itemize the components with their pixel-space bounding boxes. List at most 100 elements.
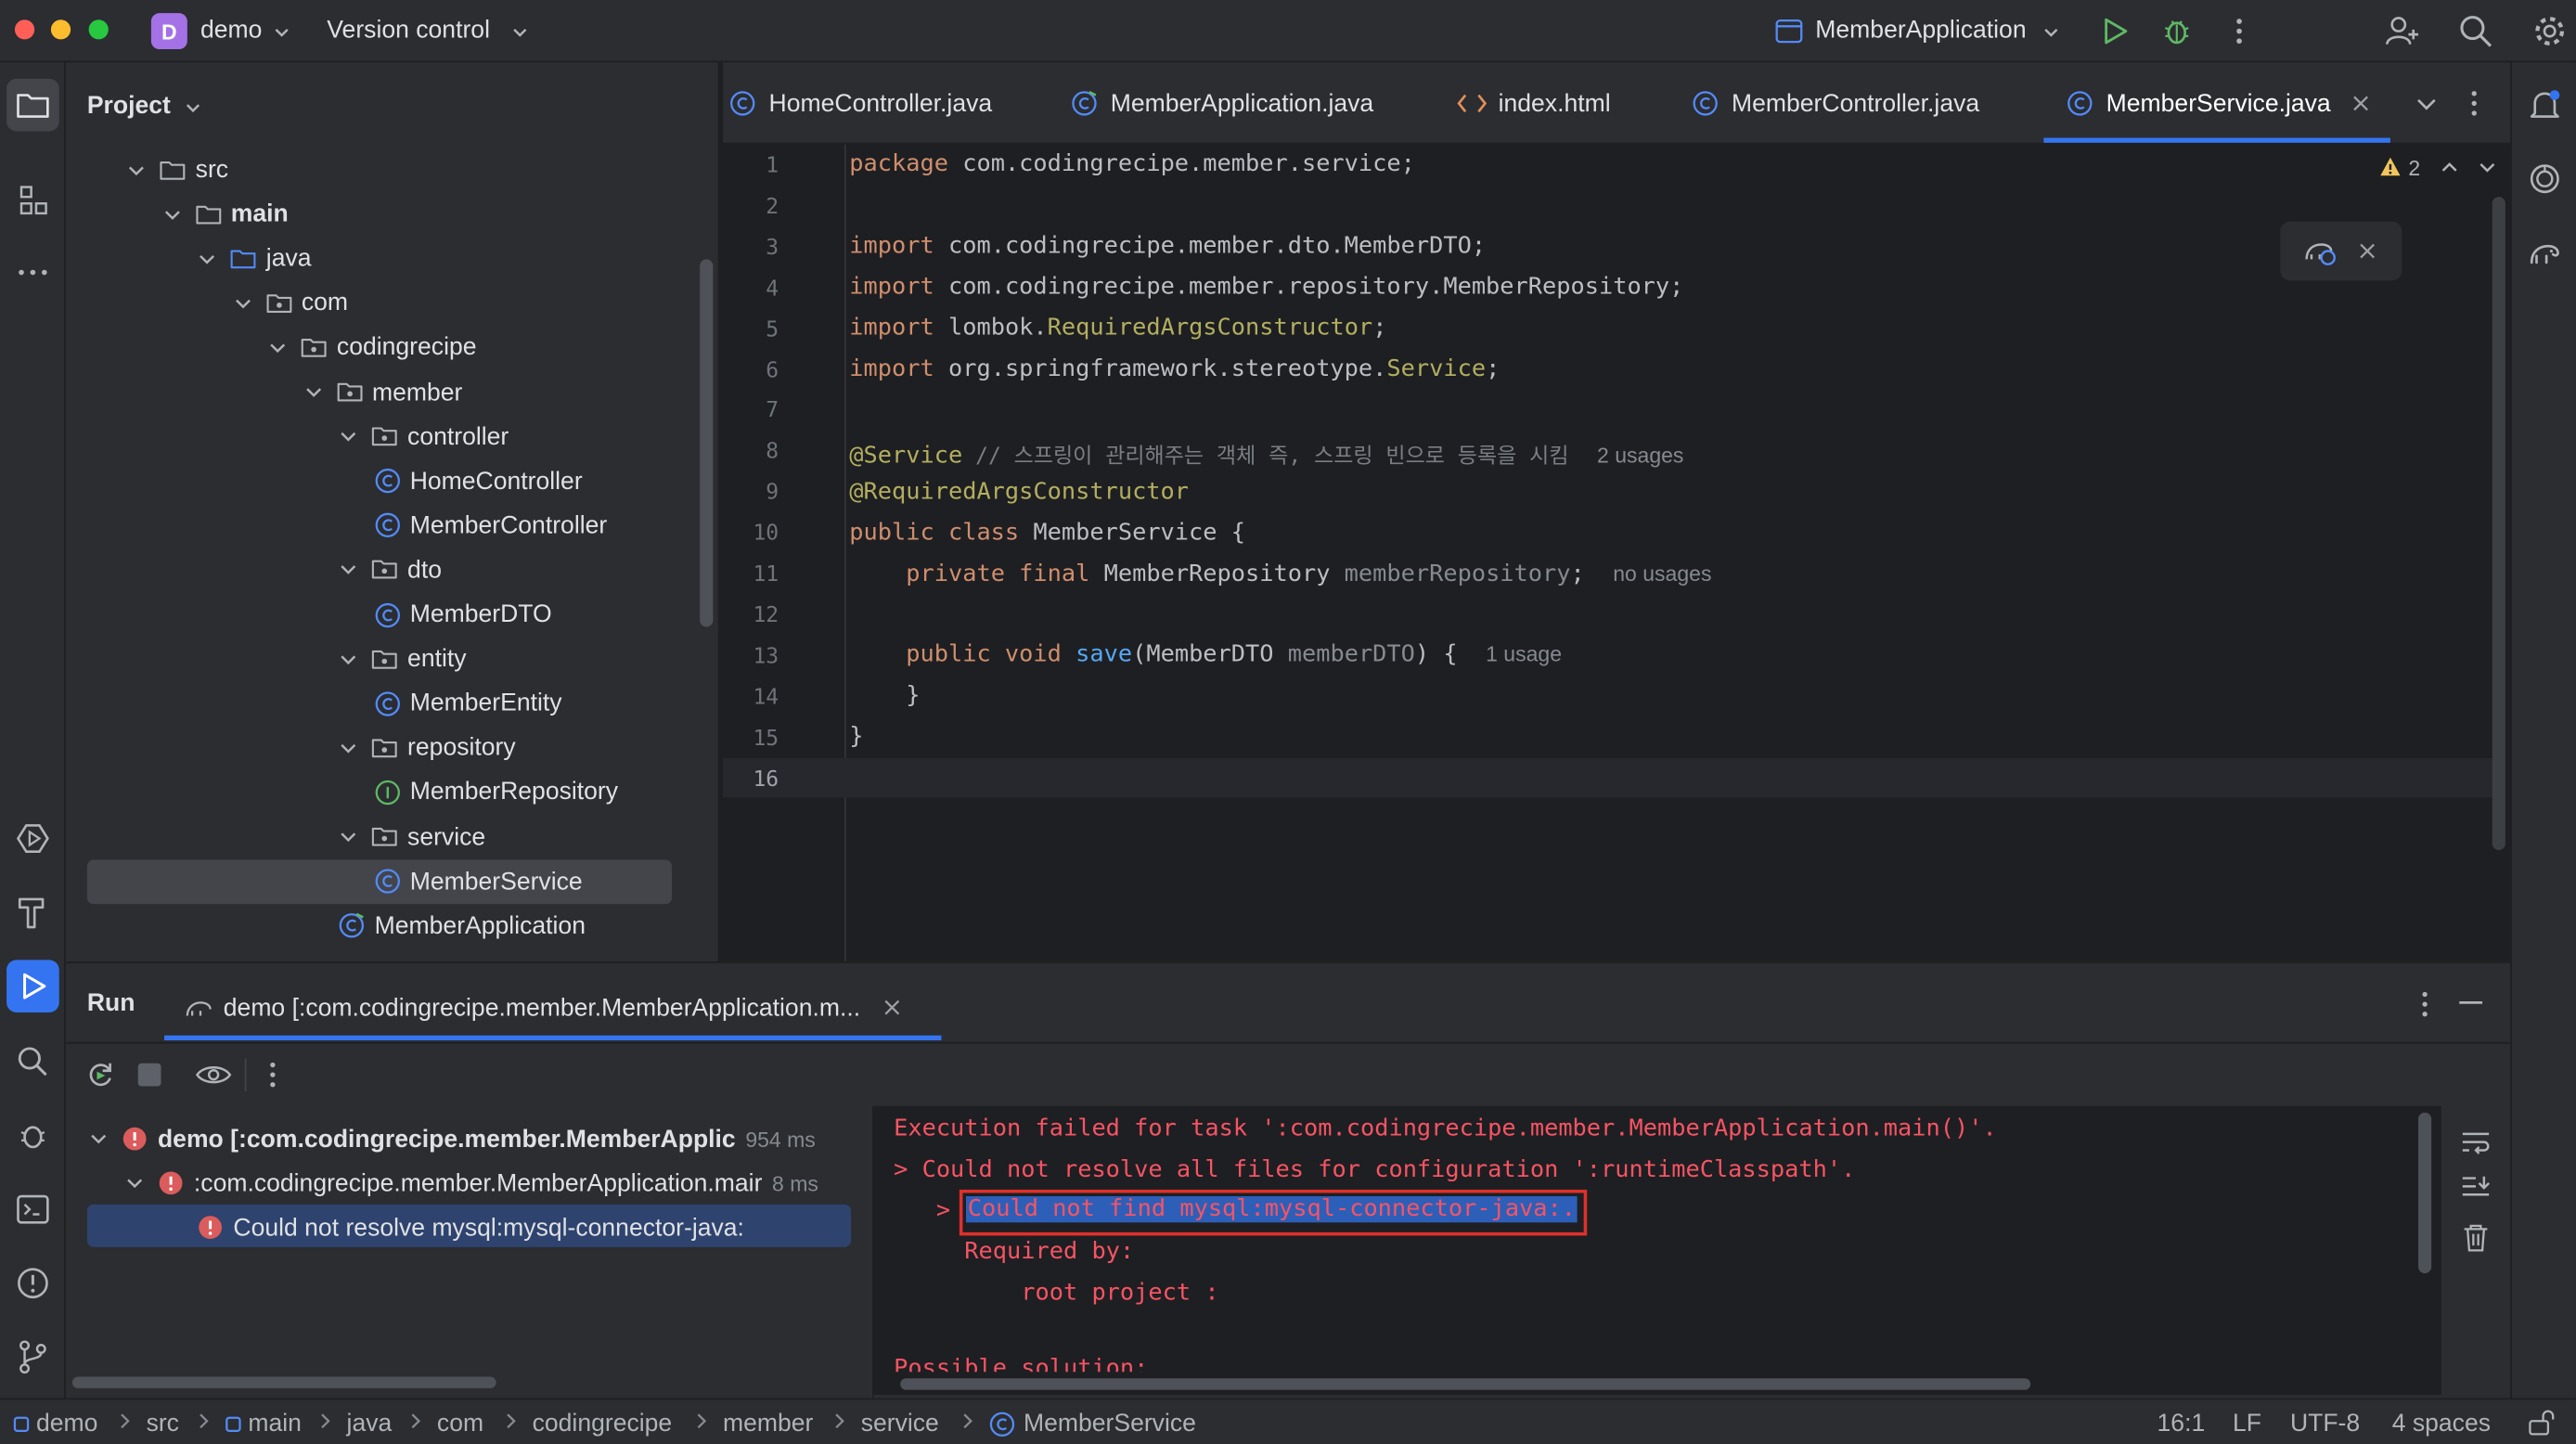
tree-item-memberdto[interactable]: MemberDTO — [374, 592, 552, 637]
more-actions-icon[interactable] — [263, 1060, 282, 1089]
run-tool-button[interactable] — [6, 960, 59, 1012]
breadcrumb-item-demo[interactable]: demo — [13, 1410, 97, 1438]
previous-highlight-icon[interactable] — [2440, 160, 2459, 176]
warning-count[interactable]: 2 — [2408, 156, 2420, 181]
trash-icon[interactable] — [2463, 1222, 2489, 1252]
breadcrumb-item-memberservice[interactable]: MemberService — [989, 1410, 1196, 1438]
git-tool-button[interactable] — [6, 1331, 59, 1384]
add-user-icon[interactable] — [2384, 13, 2420, 49]
breadcrumb-item-member[interactable]: member — [723, 1410, 813, 1438]
project-name[interactable]: demo — [200, 17, 262, 45]
version-control-menu[interactable]: Version control — [327, 17, 490, 45]
tree-item-repository[interactable]: repository — [339, 726, 516, 770]
tree-item-member[interactable]: member — [303, 370, 462, 415]
structure-tool-button[interactable] — [6, 174, 59, 226]
tree-item-memberrepository[interactable]: MemberRepository — [374, 770, 618, 815]
breadcrumb-item-src[interactable]: src — [147, 1410, 179, 1438]
tab-member-application[interactable]: MemberApplication.java — [1071, 62, 1373, 144]
tree-item-homecontroller[interactable]: HomeController — [374, 459, 583, 504]
console-horizontal-scrollbar[interactable] — [900, 1378, 2031, 1390]
project-panel-title[interactable]: Project — [87, 92, 171, 120]
scroll-to-end-icon[interactable] — [2461, 1173, 2491, 1203]
bug-icon — [20, 1126, 45, 1149]
unlock-icon[interactable] — [2527, 1410, 2557, 1436]
eye-icon[interactable] — [195, 1062, 232, 1088]
tree-item-com[interactable]: com — [233, 281, 348, 326]
run-icon[interactable] — [2098, 15, 2131, 47]
tree-item-memberservice[interactable]: MemberService — [374, 859, 583, 904]
soft-wrap-icon[interactable] — [2461, 1129, 2491, 1155]
tree-item-service[interactable]: service — [339, 815, 485, 859]
run-config-selector[interactable]: MemberApplication — [1815, 17, 2026, 45]
debug-icon[interactable] — [2160, 15, 2193, 47]
gradle-reload-icon[interactable] — [2301, 235, 2338, 267]
rerun-icon[interactable] — [85, 1060, 115, 1089]
tab-member-controller[interactable]: MemberController.java — [1693, 62, 1979, 144]
usages-hint[interactable]: no usages — [1613, 561, 1711, 587]
run-tree-error[interactable]: Could not resolve mysql:mysql-connector-… — [197, 1209, 744, 1245]
tree-item-entity[interactable]: entity — [339, 637, 467, 681]
build-tool-button[interactable] — [6, 886, 59, 939]
usages-hint[interactable]: 2 usages — [1597, 443, 1683, 468]
search-icon[interactable] — [2458, 13, 2494, 49]
tab-home-controller[interactable]: HomeController.java — [729, 62, 992, 144]
console-vertical-scrollbar[interactable] — [2418, 1112, 2432, 1274]
close-tab-icon[interactable] — [883, 999, 900, 1016]
breadcrumb-item-main[interactable]: main — [225, 1410, 302, 1438]
close-icon[interactable] — [2359, 243, 2376, 260]
tree-item-controller[interactable]: controller — [339, 415, 509, 459]
breadcrumb-item-codingrecipe[interactable]: codingrecipe — [533, 1410, 673, 1438]
run-tree-root[interactable]: demo [:com.codingrecipe.member.MemberApp… — [89, 1121, 816, 1157]
terminal-tool-button[interactable] — [6, 1183, 59, 1236]
run-tree-scrollbar[interactable] — [71, 1376, 496, 1388]
close-window-button[interactable] — [14, 19, 35, 40]
run-tree-task[interactable]: :com.codingrecipe.member.MemberApplicati… — [125, 1165, 818, 1201]
debug-tool-button[interactable] — [6, 1109, 59, 1162]
tab-index-html[interactable]: index.html — [1457, 62, 1611, 144]
line-separator[interactable]: LF — [2233, 1410, 2261, 1438]
problems-tool-button[interactable] — [6, 1257, 59, 1309]
tab-member-service-active[interactable]: MemberService.java — [2043, 62, 2390, 144]
services-tool-button[interactable] — [6, 812, 59, 865]
notifications-button[interactable] — [2518, 79, 2571, 132]
project-tool-button[interactable] — [6, 78, 59, 132]
tree-item-membercontroller[interactable]: MemberController — [374, 503, 607, 548]
more-tools-button[interactable] — [6, 246, 59, 299]
stop-button[interactable] — [137, 1063, 161, 1087]
more-actions-icon[interactable] — [2465, 88, 2484, 118]
tree-item-java[interactable]: java — [197, 237, 312, 281]
tree-item-codingrecipe[interactable]: codingrecipe — [268, 326, 477, 370]
run-tab-demo[interactable]: demo [:com.codingrecipe.member.MemberApp… — [164, 976, 900, 1038]
breadcrumb-item-com[interactable]: com — [437, 1410, 483, 1438]
file-encoding[interactable]: UTF-8 — [2290, 1410, 2360, 1438]
tree-item-src[interactable]: src — [126, 148, 228, 192]
zoom-window-button[interactable] — [88, 19, 109, 40]
tree-item-dto[interactable]: dto — [339, 548, 442, 592]
project-badge[interactable]: D — [150, 13, 187, 50]
tree-item-memberapplication[interactable]: MemberApplication — [339, 904, 586, 948]
caret-position[interactable]: 16:1 — [2157, 1410, 2206, 1438]
tab-list-chevron-icon[interactable] — [2415, 96, 2438, 115]
next-highlight-icon[interactable] — [2478, 160, 2497, 176]
more-actions-icon[interactable] — [2415, 989, 2434, 1019]
minimize-panel-icon[interactable] — [2458, 999, 2484, 1006]
editor-scrollbar[interactable] — [2492, 197, 2505, 850]
close-tab-icon[interactable] — [2351, 94, 2370, 113]
usages-hint[interactable]: 1 usage — [1486, 641, 1562, 666]
ai-assistant-button[interactable] — [2518, 152, 2571, 205]
gradle-tool-button[interactable] — [2518, 226, 2571, 279]
tree-item-main[interactable]: main — [161, 192, 289, 237]
settings-gear-icon[interactable] — [2531, 13, 2568, 49]
console-output[interactable]: Execution failed for task ':com.codingre… — [873, 1105, 2441, 1395]
find-tool-button[interactable] — [6, 1036, 59, 1089]
project-scrollbar[interactable] — [700, 259, 714, 627]
tree-item-memberentity[interactable]: MemberEntity — [374, 681, 562, 726]
breadcrumb-item-service[interactable]: service — [861, 1410, 939, 1438]
code-editor[interactable]: 1 2 3 4 5 6 7 8 9 10 11 12 13 14 15 16 package com.codi… — [722, 144, 2511, 962]
breadcrumb-item-java[interactable]: java — [347, 1410, 393, 1438]
minimize-window-button[interactable] — [50, 19, 71, 40]
indent-setting[interactable]: 4 spaces — [2392, 1410, 2491, 1438]
warning-icon[interactable] — [2379, 156, 2402, 177]
console-selected-error[interactable]: Could not find mysql:mysql-connector-jav… — [965, 1196, 1578, 1223]
more-actions-icon[interactable] — [2224, 15, 2254, 47]
